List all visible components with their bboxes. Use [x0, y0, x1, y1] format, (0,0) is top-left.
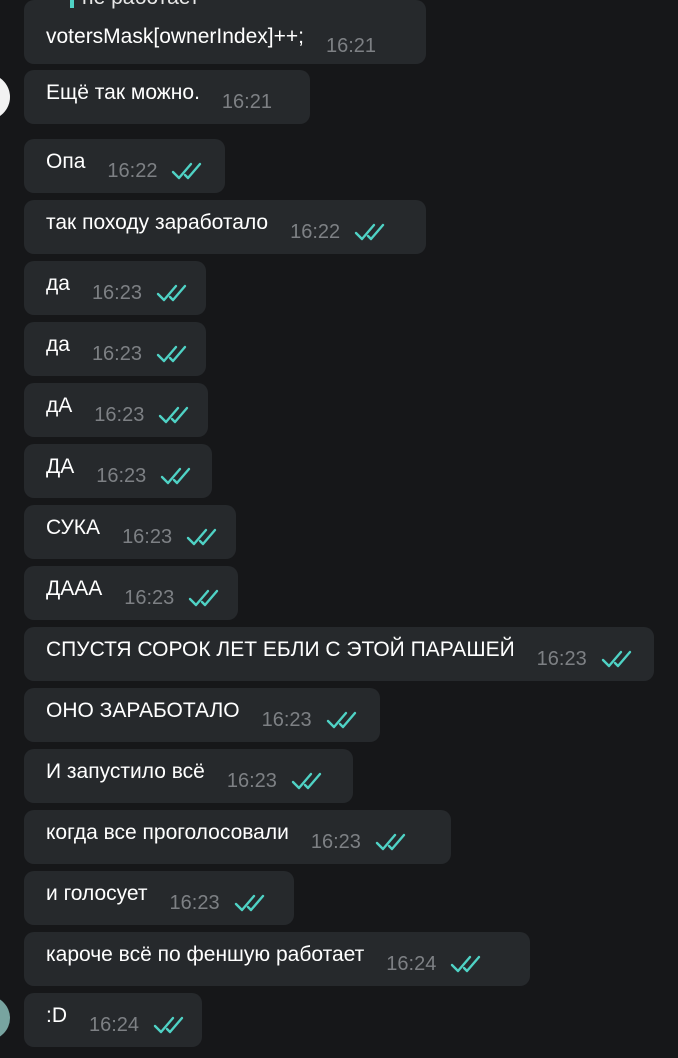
message-text: votersMask[ownerIndex]++; [46, 25, 304, 48]
message-text: да [46, 333, 70, 356]
message-text: да [46, 272, 70, 295]
message-time: 16:23 [226, 769, 277, 792]
message-time: 16:21 [325, 34, 377, 57]
message-time: 16:23 [91, 342, 142, 365]
double-check-icon [153, 1015, 185, 1035]
message-time: 16:23 [122, 525, 173, 548]
message-bubble[interactable]: СУКА 16:23 [24, 505, 236, 559]
double-check-icon [326, 710, 358, 730]
double-check-icon [234, 893, 266, 913]
message-bubble[interactable]: кароче всё по феншую работает 16:24 [24, 932, 530, 986]
message-time: 16:22 [290, 220, 341, 243]
message-bubble[interactable]: :D 16:24 [24, 993, 202, 1047]
double-check-icon [601, 649, 633, 669]
reply-quote-bar [70, 0, 74, 8]
double-check-icon [291, 771, 323, 791]
double-check-icon [354, 222, 386, 242]
message-bubble[interactable]: ДА 16:23 [24, 444, 212, 498]
message-bubble[interactable]: когда все проголосовали 16:23 [24, 810, 451, 864]
double-check-icon [156, 283, 188, 303]
double-check-icon [186, 527, 218, 547]
message-text: И запустило всё [46, 760, 205, 783]
own-avatar[interactable] [0, 996, 10, 1040]
message-text: Ещё так можно. [46, 81, 200, 104]
message-text: ДААА [46, 577, 103, 600]
message-text: Опа [46, 150, 86, 173]
message-bubble[interactable]: так походу заработало 16:22 [24, 200, 426, 254]
message-text: когда все проголосовали [46, 821, 289, 844]
message-bubble[interactable]: Опа 16:22 [24, 139, 225, 193]
message-text: кароче всё по феншую работает [46, 943, 365, 966]
message-bubble[interactable]: СПУСТЯ СОРОК ЛЕТ ЕБЛИ С ЭТОЙ ПАРАШЕЙ 16:… [24, 627, 654, 681]
message-bubble[interactable]: дА 16:23 [24, 383, 208, 437]
message-time: 16:23 [96, 464, 147, 487]
message-text: СУКА [46, 516, 101, 539]
message-bubble[interactable]: ДААА 16:23 [24, 566, 238, 620]
message-text: так походу заработало [46, 211, 269, 234]
message-bubble[interactable]: да 16:23 [24, 261, 206, 315]
message-bubble[interactable]: и голосует 16:23 [24, 871, 294, 925]
double-check-icon [156, 344, 188, 364]
double-check-icon [188, 588, 220, 608]
message-time: 16:22 [107, 159, 158, 182]
message-time: 16:24 [386, 952, 437, 975]
message-time: 16:23 [91, 281, 142, 304]
message-bubble[interactable]: Ещё так можно. 16:21 [24, 70, 310, 124]
message-time: 16:23 [536, 647, 587, 670]
reply-quote-text: не работает [82, 0, 199, 10]
sender-avatar[interactable] [0, 74, 10, 120]
message-time: 16:24 [89, 1013, 140, 1036]
message-time: 16:21 [221, 90, 272, 113]
message-time: 16:23 [94, 403, 145, 426]
message-time: 16:23 [169, 891, 220, 914]
message-text: дА [46, 394, 73, 417]
message-text: ОНО ЗАРАБОТАЛО [46, 699, 240, 722]
double-check-icon [158, 405, 190, 425]
message-bubble[interactable]: да 16:23 [24, 322, 206, 376]
message-time: 16:23 [310, 830, 361, 853]
message-time: 16:23 [261, 708, 312, 731]
chat-message-list: не работает votersMask[ownerIndex]++; 16… [0, 0, 678, 1058]
double-check-icon [450, 954, 482, 974]
double-check-icon [160, 466, 192, 486]
message-text: и голосует [46, 882, 148, 905]
double-check-icon [375, 832, 407, 852]
message-text: ДА [46, 455, 75, 478]
message-time: 16:23 [124, 586, 175, 609]
message-text: :D [46, 1004, 67, 1027]
double-check-icon [171, 161, 203, 181]
message-bubble[interactable]: не работает votersMask[ownerIndex]++; 16… [24, 0, 426, 64]
message-bubble[interactable]: И запустило всё 16:23 [24, 749, 353, 803]
message-text: СПУСТЯ СОРОК ЛЕТ ЕБЛИ С ЭТОЙ ПАРАШЕЙ [46, 638, 515, 661]
message-bubble[interactable]: ОНО ЗАРАБОТАЛО 16:23 [24, 688, 380, 742]
